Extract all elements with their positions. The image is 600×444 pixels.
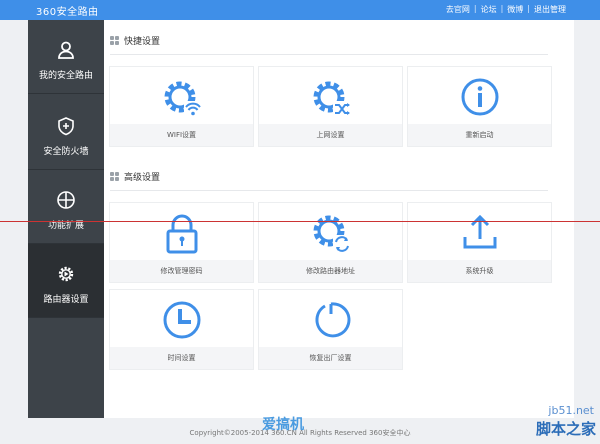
site-name-watermark: 脚本之家 xyxy=(535,420,596,438)
shield-plus-icon xyxy=(58,117,74,136)
card-factory-reset[interactable]: 恢复出厂设置 xyxy=(259,290,402,369)
link-weibo[interactable]: 微博 xyxy=(507,4,523,15)
card-label: 上网设置 xyxy=(259,124,402,146)
card-label: 修改路由器地址 xyxy=(259,260,402,282)
card-label: 恢复出厂设置 xyxy=(259,347,402,369)
card-wifi-settings[interactable]: WIFI设置 xyxy=(110,67,253,146)
sidebar-item-router-settings[interactable]: 路由器设置 xyxy=(28,244,104,318)
gear-refresh-icon xyxy=(313,215,351,253)
grid-icon xyxy=(110,172,119,181)
sidebar-item-label: 功能扩展 xyxy=(47,221,84,231)
card-label: 修改管理密码 xyxy=(110,260,253,282)
sidebar-item-my-router[interactable]: 我的安全路由 xyxy=(28,20,104,94)
red-guide-line xyxy=(0,221,600,222)
section-header-advanced: 高级设置 xyxy=(110,170,160,183)
card-internet-settings[interactable]: 上网设置 xyxy=(259,67,402,146)
top-bar: 360安全路由 去官网 | 论坛 | 微博 | 退出管理 xyxy=(0,0,600,20)
sidebar: 我的安全路由 安全防火墙 功能扩展 路由器设置 xyxy=(28,20,104,418)
card-label: 系统升级 xyxy=(408,260,551,282)
link-logout[interactable]: 退出管理 xyxy=(534,4,566,15)
site-watermark: jb51.net xyxy=(548,404,594,417)
card-change-password[interactable]: 修改管理密码 xyxy=(110,203,253,282)
restore-icon xyxy=(314,302,350,338)
card-label: 时间设置 xyxy=(110,347,253,369)
sidebar-item-label: 路由器设置 xyxy=(43,295,89,305)
copyright: Copyright©2005-2014 360.CN All Rights Re… xyxy=(189,429,411,437)
card-restart[interactable]: 重新启动 xyxy=(408,67,551,146)
logo: 360安全路由 xyxy=(36,7,99,18)
section-header-quick: 快捷设置 xyxy=(110,34,160,47)
link-forum[interactable]: 论坛 xyxy=(481,4,497,15)
sidebar-item-label: 我的安全路由 xyxy=(38,71,93,81)
card-system-upgrade[interactable]: 系统升级 xyxy=(408,203,551,282)
info-icon xyxy=(461,78,498,116)
separator: | xyxy=(473,4,477,13)
expand-grid-icon xyxy=(57,191,75,209)
lock-icon xyxy=(166,214,197,254)
grid-icon xyxy=(110,36,119,45)
divider xyxy=(110,190,548,191)
clock-icon xyxy=(163,301,200,339)
top-links: 去官网 | 论坛 | 微博 | 退出管理 xyxy=(446,4,566,15)
card-label: WIFI设置 xyxy=(110,124,253,146)
sidebar-item-label: 安全防火墙 xyxy=(43,147,89,157)
divider xyxy=(110,54,548,55)
gear-icon xyxy=(58,266,74,282)
section-title: 高级设置 xyxy=(124,173,161,183)
card-label: 重新启动 xyxy=(408,124,551,146)
link-official-site[interactable]: 去官网 xyxy=(446,4,470,15)
separator: | xyxy=(500,4,504,13)
upload-icon xyxy=(463,214,496,249)
section-title: 快捷设置 xyxy=(124,37,161,47)
card-time-settings[interactable]: 时间设置 xyxy=(110,290,253,369)
sidebar-item-firewall[interactable]: 安全防火墙 xyxy=(28,96,104,170)
sidebar-item-extensions[interactable]: 功能扩展 xyxy=(28,170,104,244)
main-panel: 快捷设置 WIFI设置 上网设置 重新启动 高级设置 修改管理密码 修改路由器地… xyxy=(104,20,574,418)
separator: | xyxy=(527,4,530,13)
gear-shuffle-icon xyxy=(313,81,351,117)
gear-wifi-icon xyxy=(164,81,202,117)
user-icon xyxy=(58,41,74,59)
card-change-router-address[interactable]: 修改路由器地址 xyxy=(259,203,402,282)
